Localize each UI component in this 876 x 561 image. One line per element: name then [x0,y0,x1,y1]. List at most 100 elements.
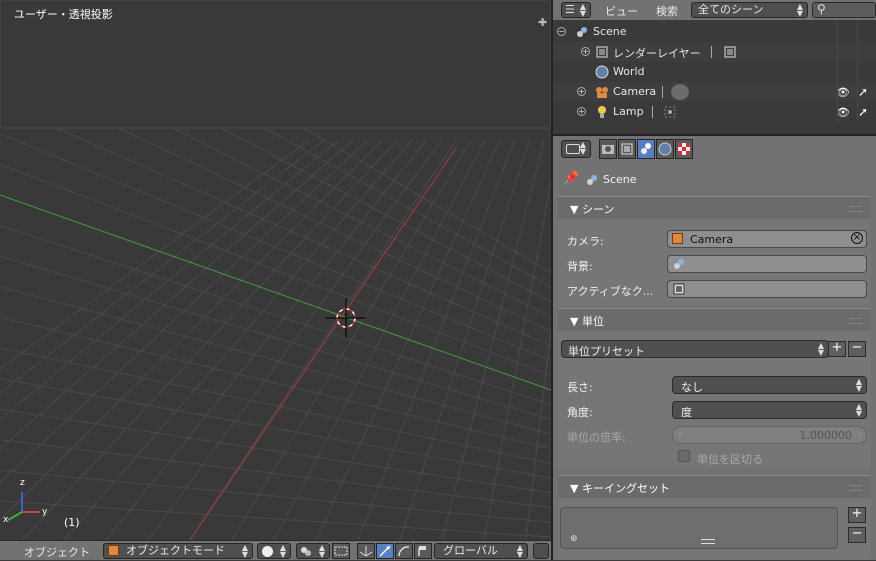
render-layers-icon [595,45,609,59]
clear-field-icon[interactable]: × [851,232,863,244]
increment-arrow-icon: › [857,428,862,441]
gizmo-x-label: x [3,515,9,525]
transform-manipulator-icon[interactable] [357,543,375,559]
display-mode-label: 全てのシーン [698,3,764,16]
collapse-triangle-icon: ▼ [570,203,582,216]
pivot-dropdown[interactable]: ▲ ▼ [296,543,330,559]
viewport-expand-icon[interactable]: ✚ [538,17,548,28]
movie-clip-icon [672,282,686,296]
pin-icon[interactable]: 📌 [563,171,579,186]
updown-arrow-icon: ▲ ▼ [516,543,523,559]
scene-panel-title-text: シーン [581,203,615,216]
context-scene-label: Scene [603,173,637,186]
outliner-row-world[interactable]: World [553,62,876,82]
mode-label: オブジェクトモード [126,544,225,557]
world-tab-icon[interactable] [656,139,674,159]
camera-label: Camera [613,85,657,98]
orientation-label: グローバル [443,544,498,557]
translate-tool-icon[interactable] [376,543,394,559]
outliner-row-scene[interactable]: − Scene [553,22,876,42]
separate-units-label: 単位を区切る [697,453,763,466]
object-menu[interactable]: オブジェクト [24,544,90,560]
editor-type-dropdown[interactable]: ▲ ▼ [561,140,591,158]
layer-button[interactable] [533,543,549,559]
outliner-search-field[interactable]: ⚲ [812,2,876,18]
units-panel-title-text: 単位 [581,315,604,328]
scene-icon [672,257,686,271]
row-separator [662,86,663,98]
outliner-row-camera[interactable]: + Camera 👁 ➚ [553,82,876,102]
3d-viewport[interactable]: ユーザー・透視投影 z y x (1) ✚ [0,0,551,540]
manipulator-toggle-icon[interactable] [332,543,350,559]
scene-tab-icon[interactable] [637,139,655,159]
mode-dropdown[interactable]: オブジェクトモード ▲ ▼ [103,543,253,559]
expand-icon[interactable]: + [577,107,586,116]
active-clip-field[interactable] [667,280,867,298]
background-field-label: 背景: [567,260,593,273]
world-label: World [613,65,645,78]
list-filter-icon[interactable]: ⊕ [570,534,578,544]
keying-sets-panel-title: ▼ キーイングセット [570,480,670,496]
scene-panel: ▼ シーン カメラ: Camera × 背景: アクティブなク... [558,196,870,306]
length-value: なし [681,381,703,394]
visibility-eye-icon[interactable]: 👁 [836,86,850,99]
add-preset-button[interactable]: + [828,341,846,357]
viewport-grid [0,0,551,540]
length-label: 長さ: [567,381,593,394]
outliner-row-lamp[interactable]: + Lamp 👁 ➚ [553,102,876,122]
scene-icon [575,25,589,39]
updown-arrow-icon: ▲ ▼ [579,2,586,18]
texture-tab-icon[interactable] [675,139,693,159]
length-dropdown[interactable]: なし ▲ ▼ [672,376,867,394]
collapse-icon[interactable]: − [557,27,566,36]
units-panel-title: ▼ 単位 [570,313,604,329]
editor-type-dropdown[interactable]: ☰ ▲ ▼ [561,2,591,18]
remove-keying-set-button[interactable]: − [848,527,866,543]
view-menu[interactable]: ビュー [605,3,638,19]
display-mode-dropdown[interactable]: 全てのシーン ▲ ▼ [691,2,808,18]
lamp-data-icon[interactable] [663,105,677,119]
updown-arrow-icon: ▲ ▼ [796,2,803,18]
scale-tool-icon[interactable] [414,543,432,559]
add-keying-set-button[interactable]: + [848,507,866,523]
collapse-triangle-icon: ▼ [570,315,582,328]
rotate-tool-icon[interactable] [395,543,413,559]
selectable-cursor-icon[interactable]: ➚ [858,105,868,119]
units-panel-header[interactable]: ▼ 単位 [558,308,870,331]
shading-dropdown[interactable]: ▲ ▼ [257,543,291,559]
visibility-eye-icon[interactable]: 👁 [836,106,850,119]
render-layers-tab-icon[interactable] [618,139,636,159]
panel-grip-icon[interactable] [850,206,862,212]
lamp-label: Lamp [613,105,644,118]
panel-grip-icon[interactable] [850,318,862,324]
outliner-row-render-layers[interactable]: + レンダーレイヤー [553,42,876,62]
remove-preset-button[interactable]: − [848,341,866,357]
camera-field[interactable]: Camera × [667,230,867,248]
render-tab-icon[interactable] [599,139,617,159]
column-divider [857,20,858,122]
render-layer-child-icon[interactable] [723,45,737,59]
render-layers-label: レンダーレイヤー [613,47,701,60]
area-corner-icon[interactable] [553,551,561,559]
unit-preset-dropdown[interactable]: 単位プリセット ▲ ▼ [561,340,829,358]
angle-dropdown[interactable]: 度 ▲ ▼ [672,401,867,419]
panel-grip-icon[interactable] [850,485,862,491]
expand-icon[interactable]: + [581,47,590,56]
keying-sets-list[interactable]: ⊕ [560,507,838,549]
camera-data-icon[interactable] [671,84,689,100]
search-menu[interactable]: 検索 [656,3,678,19]
keying-sets-panel-header[interactable]: ▼ キーイングセット [558,475,870,498]
scene-panel-header[interactable]: ▼ シーン [558,196,870,219]
selectable-cursor-icon[interactable]: ➚ [858,85,868,99]
row-separator [652,106,653,118]
frame-number: (1) [64,516,80,529]
orientation-dropdown[interactable]: グローバル ▲ ▼ [434,543,528,559]
context-tabs [599,139,699,159]
decrement-arrow-icon: ‹ [678,428,683,441]
background-field[interactable] [667,255,867,273]
expand-icon[interactable]: + [577,87,586,96]
updown-arrow-icon: ▲ ▼ [318,543,325,559]
list-resize-grip-icon[interactable] [701,539,715,544]
scene-icon [585,173,599,187]
unit-scale-value: 1.000000 [799,429,853,442]
